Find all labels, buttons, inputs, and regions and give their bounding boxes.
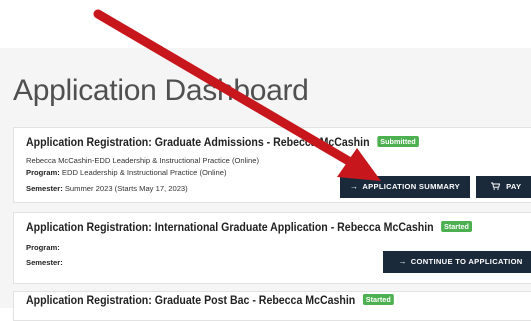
arrow-right-icon: → bbox=[350, 182, 359, 191]
semester-value: Summer 2023 (Starts May 17, 2023) bbox=[64, 184, 188, 193]
pay-button[interactable]: PAY bbox=[476, 176, 531, 198]
status-badge: Started bbox=[441, 221, 473, 232]
card-title: Application Registration: Graduate Admis… bbox=[26, 136, 419, 149]
card-title: Application Registration: Graduate Post … bbox=[26, 294, 394, 307]
application-description: Rebecca McCashin-EDD Leadership & Instru… bbox=[26, 156, 259, 165]
card-title-label: Application Registration: bbox=[26, 295, 152, 307]
program-label: Program: bbox=[26, 168, 60, 177]
continue-to-application-button[interactable]: → CONTINUE TO APPLICATION bbox=[383, 251, 531, 273]
application-card-international-graduate: Application Registration: International … bbox=[13, 212, 531, 284]
application-card-graduate-post-bac: Application Registration: Graduate Post … bbox=[13, 291, 531, 321]
application-summary-label: APPLICATION SUMMARY bbox=[362, 182, 460, 191]
card-title-label: Application Registration: bbox=[26, 137, 152, 149]
pay-label: PAY bbox=[506, 182, 522, 191]
arrow-right-icon: → bbox=[398, 257, 407, 266]
semester-label: Semester: bbox=[26, 184, 63, 193]
program-line: Program: EDD Leadership & Instructional … bbox=[26, 168, 227, 177]
program-label: Program: bbox=[26, 243, 60, 252]
application-summary-button[interactable]: → APPLICATION SUMMARY bbox=[340, 176, 470, 198]
page-title: Application Dashboard bbox=[13, 74, 309, 107]
program-line: Program: bbox=[26, 243, 60, 252]
semester-label: Semester: bbox=[26, 258, 63, 267]
card-title-name: Graduate Post Bac - Rebecca McCashin bbox=[154, 295, 356, 307]
card-title-label: Application Registration: bbox=[26, 222, 152, 234]
program-value: EDD Leadership & Instructional Practice … bbox=[61, 168, 227, 177]
status-badge: Started bbox=[362, 294, 394, 305]
cart-icon bbox=[490, 182, 503, 191]
semester-line: Semester: bbox=[26, 258, 63, 267]
card-title: Application Registration: International … bbox=[26, 221, 473, 234]
semester-line: Semester: Summer 2023 (Starts May 17, 20… bbox=[26, 184, 188, 193]
card-title-name: Graduate Admissions - Rebecca McCashin bbox=[154, 137, 370, 149]
continue-to-application-label: CONTINUE TO APPLICATION bbox=[410, 257, 523, 266]
card-title-name: International Graduate Application - Reb… bbox=[154, 222, 434, 234]
status-badge: Submitted bbox=[377, 136, 419, 147]
